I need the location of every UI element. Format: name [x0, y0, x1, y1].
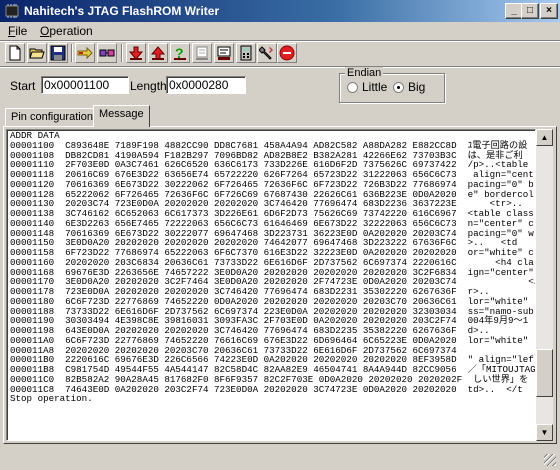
erase-icon	[128, 46, 144, 60]
menu-operation-mnemonic: O	[40, 24, 50, 38]
save-disk-icon	[50, 45, 66, 61]
menu-operation[interactable]: Operation	[40, 24, 93, 38]
toolbar-separator	[71, 44, 73, 62]
read-button[interactable]	[75, 43, 95, 63]
settings-tools-icon	[259, 46, 273, 60]
log-status-line: Stop operation.	[10, 393, 93, 405]
tab-message[interactable]: Message	[93, 105, 150, 127]
new-file-icon	[9, 45, 21, 61]
stop-button[interactable]	[277, 43, 297, 63]
log-scrollbar[interactable]: ▲ ▼	[536, 129, 553, 441]
display-button[interactable]	[214, 43, 234, 63]
endian-group-label: Endian	[345, 67, 384, 79]
blank-check-icon	[196, 46, 208, 60]
menu-operation-label: peration	[49, 24, 93, 38]
window-title: Nahitech's JTAG FlashROM Writer	[24, 4, 220, 18]
program-button[interactable]	[148, 43, 168, 63]
verify-button[interactable]	[97, 43, 117, 63]
radio-little-label: Little	[362, 80, 388, 94]
tab-pin-configuration[interactable]: Pin configuration	[5, 108, 99, 126]
message-log-content: ADDR DATA 00001100 C893648E 7189F198 488…	[10, 131, 535, 405]
title-bar[interactable]: Nahitech's JTAG FlashROM Writer _ □ ×	[0, 0, 560, 22]
new-file-button[interactable]	[5, 43, 25, 63]
status-bar	[2, 452, 558, 468]
scroll-up-button[interactable]: ▲	[536, 129, 553, 146]
calculator-icon	[240, 45, 252, 61]
message-log[interactable]: ADDR DATA 00001100 C893648E 7189F198 488…	[6, 129, 536, 441]
display-icon	[217, 46, 231, 60]
toolbar-separator	[121, 44, 123, 62]
scroll-thumb[interactable]	[536, 349, 553, 397]
start-label: Start	[10, 79, 36, 93]
read-device-icon	[77, 46, 93, 60]
settings-button[interactable]	[257, 43, 277, 63]
radio-little-circle[interactable]	[347, 82, 358, 93]
radio-big-circle[interactable]	[393, 82, 404, 93]
blank-check-button[interactable]	[192, 43, 212, 63]
close-button[interactable]: ×	[540, 3, 558, 19]
toolbar-divider	[0, 66, 560, 68]
calculator-button[interactable]	[236, 43, 256, 63]
menu-bar: File Operation	[0, 22, 560, 40]
radio-big-label: Big	[408, 80, 426, 94]
verify-device-icon	[99, 49, 115, 57]
radio-big-selected-dot	[397, 86, 400, 89]
question-icon: ?	[174, 45, 186, 61]
start-address-input[interactable]: 0x00001100	[41, 76, 129, 94]
program-icon	[150, 46, 166, 60]
resize-grip[interactable]	[544, 454, 556, 466]
app-icon	[5, 4, 19, 18]
maximize-button[interactable]: □	[521, 3, 539, 19]
stop-icon	[279, 45, 295, 61]
menu-file[interactable]: File	[8, 24, 27, 38]
erase-button[interactable]	[126, 43, 146, 63]
save-button[interactable]	[48, 43, 68, 63]
scroll-down-button[interactable]: ▼	[536, 424, 553, 441]
auto-button[interactable]: ?	[170, 43, 190, 63]
open-button[interactable]	[27, 43, 47, 63]
menu-file-label: ile	[15, 24, 28, 38]
length-input[interactable]: 0x0000280	[166, 76, 246, 94]
length-label: Length	[130, 79, 167, 93]
open-folder-icon	[29, 48, 45, 59]
